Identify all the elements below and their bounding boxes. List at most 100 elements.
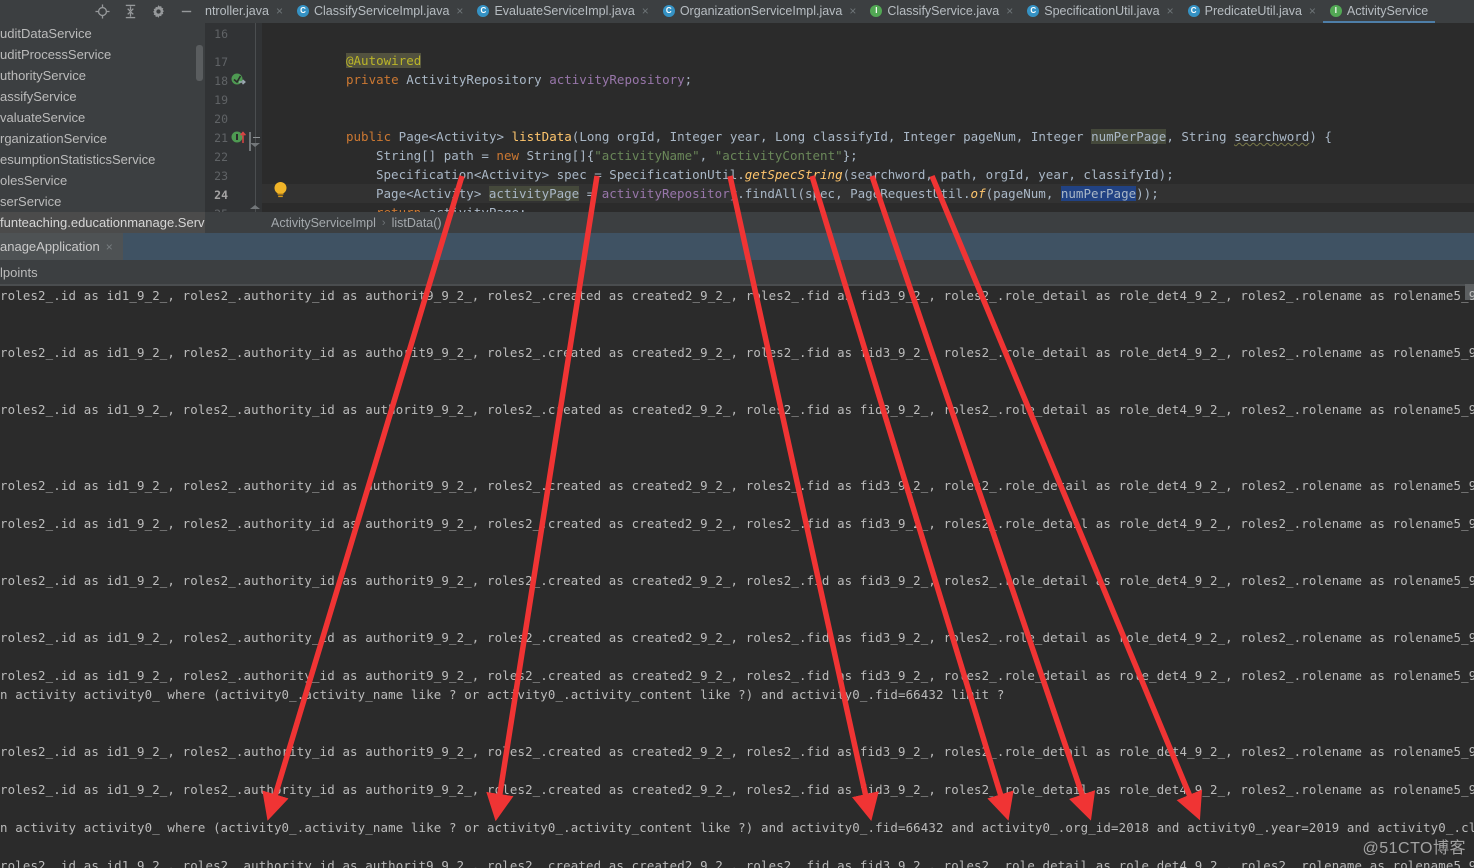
ide-window: ntroller.java × C ClassifyServiceImpl.ja… [0,0,1474,868]
editor-tab-label: OrganizationServiceImpl.java [679,3,843,18]
gear-icon[interactable] [151,4,166,19]
interface-file-icon: I [1329,4,1342,17]
line-number-20: 20 [214,112,228,126]
endpoints-subtab[interactable]: lpoints [0,260,1474,284]
console-line: roles2_.id as id1_9_2_, roles2_.authorit… [0,402,1474,417]
tree-item-label: valuateService [0,110,86,125]
code-line-25: return activityPage; [376,203,527,212]
project-tree-list: uditDataService uditProcessService uthor… [0,23,205,233]
tree-item-label: olesService [0,173,68,188]
editor-tab-1[interactable]: C ClassifyServiceImpl.java × [290,0,470,23]
editor-tab-strip[interactable]: ntroller.java × C ClassifyServiceImpl.ja… [205,0,1474,23]
tree-item-label: esumptionStatisticsService [0,152,156,167]
editor-gutter[interactable]: 16 17 18 19 20 21 22 23 24 25 [205,23,287,212]
code-fold-toggle-icon[interactable] [249,132,262,151]
run-tool-window-tabs: anageApplication × [0,233,1474,260]
tree-item-label: rganizationService [0,131,107,146]
breadcrumb-method[interactable]: listData() [392,216,442,230]
editor-tab-6[interactable]: C PredicateUtil.java × [1181,0,1323,23]
line-number-22: 22 [214,150,228,164]
console-line: roles2_.id as id1_9_2_, roles2_.authorit… [0,744,1474,759]
breadcrumb-separator-icon: › [381,216,386,229]
code-line-24: Page<Activity> activityPage = activityRe… [262,184,1474,203]
editor-tab-3[interactable]: C OrganizationServiceImpl.java × [656,0,864,23]
tree-item-4[interactable]: valuateService [0,107,205,128]
breadcrumb[interactable]: ActivityServiceImpl › listData() [205,212,1474,233]
collapse-all-icon[interactable] [123,4,138,19]
tree-item-label: funteaching.educationmanage.Servi [0,215,205,230]
close-icon[interactable]: × [1006,5,1013,17]
line-number-17: 17 [214,55,228,69]
class-file-icon: C [477,4,490,17]
close-icon[interactable]: × [849,5,856,17]
tree-item-0[interactable]: uditDataService [0,23,205,44]
close-icon[interactable]: × [276,5,283,17]
tree-item-6[interactable]: esumptionStatisticsService [0,149,205,170]
editor-tab-4[interactable]: I ClassifyService.java × [863,0,1020,23]
tree-item-label: assifyService [0,89,77,104]
run-tab-application[interactable]: anageApplication × [0,233,123,260]
console-line: roles2_.id as id1_9_2_, roles2_.authorit… [0,668,1474,683]
project-tree-panel[interactable]: uditDataService uditProcessService uthor… [0,23,205,233]
editor-tab-0[interactable]: ntroller.java × [205,0,290,23]
console-line: roles2_.id as id1_9_2_, roles2_.authorit… [0,858,1474,868]
editor-tab-2[interactable]: C EvaluateServiceImpl.java × [470,0,655,23]
editor-tab-label: ClassifyServiceImpl.java [313,3,450,18]
line-number-19: 19 [214,93,228,107]
tree-item-9[interactable]: funteaching.educationmanage.Servi [0,212,205,233]
implementing-method-icon[interactable] [231,73,248,92]
intention-bulb-icon[interactable] [273,181,288,204]
console-line: roles2_.id as id1_9_2_, roles2_.authorit… [0,573,1474,588]
editor-tab-label: ActivityService [1346,3,1429,18]
class-file-icon: C [1027,4,1040,17]
line-number-23: 23 [214,169,228,183]
editor-tab-label: EvaluateServiceImpl.java [494,3,635,18]
line-number-21: 21 [214,131,228,145]
console-line: roles2_.id as id1_9_2_, roles2_.authorit… [0,516,1474,531]
line-number-24: 24 [214,188,228,202]
endpoints-label: lpoints [0,264,38,280]
close-icon[interactable]: × [456,5,463,17]
tree-item-3[interactable]: assifyService [0,86,205,107]
console-line: roles2_.id as id1_9_2_, roles2_.authorit… [0,630,1474,645]
editor-tab-7[interactable]: I ActivityService [1322,0,1436,23]
breadcrumb-class[interactable]: ActivityServiceImpl [271,216,376,230]
tree-item-label: uditProcessService [0,47,112,62]
console-line: roles2_.id as id1_9_2_, roles2_.authorit… [0,782,1474,797]
editor-tab-5[interactable]: C SpecificationUtil.java × [1020,0,1180,23]
code-line-23: Specification<Activity> spec = Specifica… [376,167,1174,182]
code-fold-end-icon[interactable] [249,205,262,212]
fold-guide-line [255,23,256,212]
console-line-where-short: n activity activity0_ where (activity0_.… [0,687,1005,702]
minimize-icon[interactable] [179,4,194,19]
editor-tab-label: SpecificationUtil.java [1044,3,1160,18]
line-number-16: 16 [214,27,228,41]
editor-tab-label: ntroller.java [205,3,269,18]
watermark: @51CTO博客 [1362,840,1466,857]
class-file-icon: C [296,4,309,17]
run-tab-active-background [120,233,1474,260]
editor-tab-label: ClassifyService.java [887,3,1000,18]
interface-file-icon: I [870,4,883,17]
tree-item-8[interactable]: serService [0,191,205,212]
tree-item-1[interactable]: uditProcessService [0,44,205,65]
console-output[interactable]: roles2_.id as id1_9_2_, roles2_.authorit… [0,284,1474,868]
close-icon[interactable]: × [1309,5,1316,17]
console-line: roles2_.id as id1_9_2_, roles2_.authorit… [0,478,1474,493]
close-icon[interactable]: × [1167,5,1174,17]
tree-item-2[interactable]: uthorityService [0,65,205,86]
locate-icon[interactable] [95,4,110,19]
close-icon[interactable]: × [642,5,649,17]
tree-item-5[interactable]: rganizationService [0,128,205,149]
overriding-method-icon[interactable] [231,130,248,150]
tree-item-7[interactable]: olesService [0,170,205,191]
code-content[interactable]: @Autowired private ActivityRepository ac… [262,23,1474,212]
code-line-22: String[] path = new String[]{"activityNa… [376,148,858,163]
code-editor[interactable]: 16 17 18 19 20 21 22 23 24 25 [205,23,1474,212]
tree-item-label: uthorityService [0,68,86,83]
tree-item-label: uditDataService [0,26,92,41]
project-tree-scrollbar[interactable] [196,45,203,81]
class-file-icon: C [1187,4,1200,17]
close-icon[interactable]: × [106,240,113,254]
code-line-21: public Page<Activity> listData(Long orgI… [346,129,1332,144]
